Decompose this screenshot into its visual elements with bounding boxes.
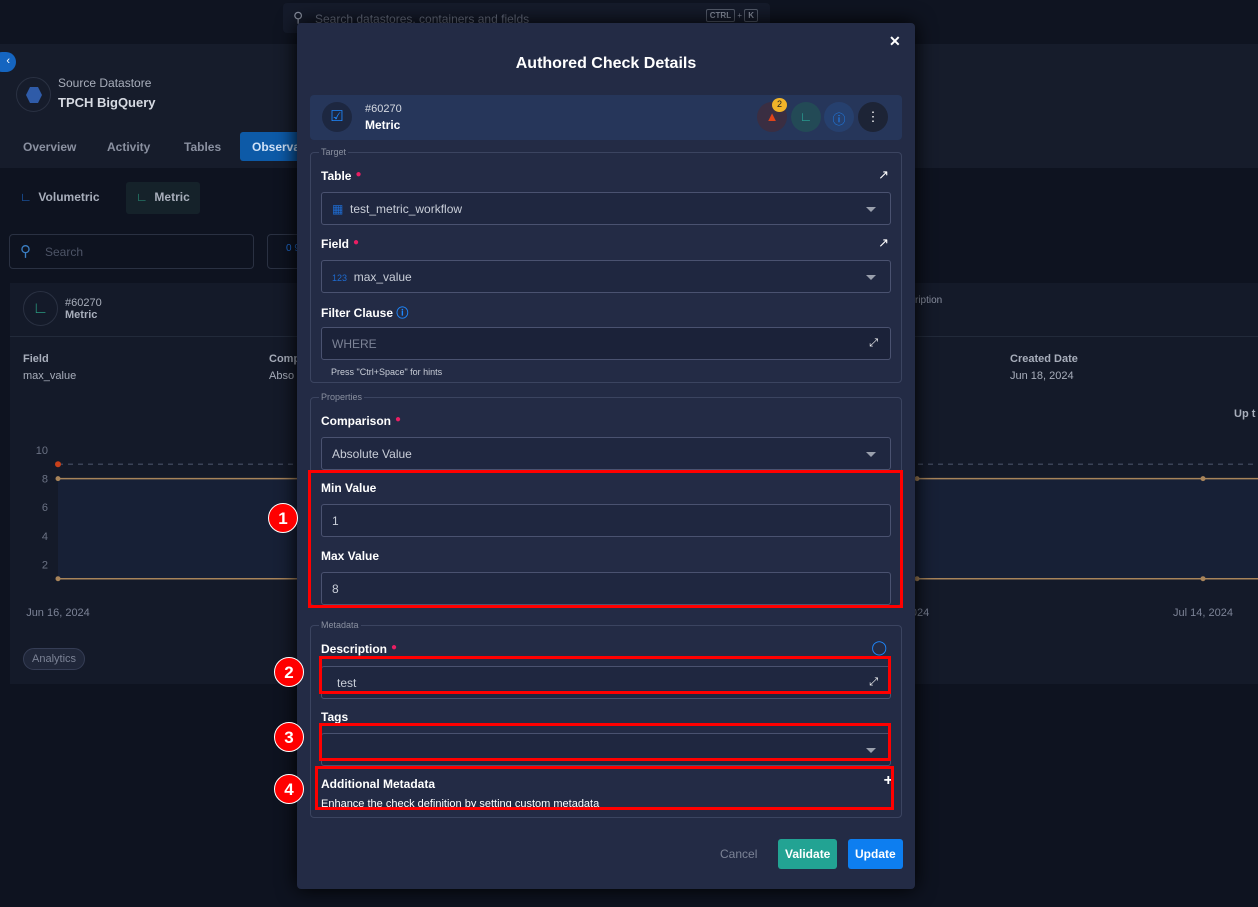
volumetric-icon: ∟ [20, 190, 32, 204]
comparison-select[interactable]: Absolute Value [321, 437, 891, 470]
data-point [914, 576, 920, 582]
created-date-value: Jun 18, 2024 [1010, 370, 1074, 382]
anomaly-point [55, 461, 61, 468]
description-label: ription [915, 295, 943, 306]
anomaly-warning-icon[interactable]: ▲ 2 [757, 98, 787, 132]
field-select[interactable]: 123 max_value [321, 260, 891, 293]
created-date-label: Created Date [1010, 353, 1078, 365]
expand-icon[interactable]: ⤢ [869, 337, 878, 350]
annotation-number-2: 2 [274, 657, 304, 687]
anomaly-count-badge: 2 [772, 98, 787, 112]
y-tick-label: 8 [42, 474, 48, 486]
info-icon[interactable]: ⓘ [396, 306, 408, 320]
update-button[interactable]: Update [848, 839, 903, 869]
table-icon: ▦ [332, 202, 344, 216]
filter-clause-input[interactable]: WHERE ⤢ [321, 327, 891, 360]
check-icon: ☑ [322, 102, 352, 132]
line-chart-icon[interactable]: ∟ [791, 102, 821, 132]
data-point [55, 576, 61, 582]
x-tick-label: Jul 14, 2024 [1173, 607, 1233, 619]
subtab-volumetric[interactable]: ∟ Volumetric [10, 182, 110, 214]
chevron-down-icon [866, 275, 876, 280]
tab-observability[interactable]: Observability [240, 132, 300, 161]
numeric-type-icon: 123 [332, 273, 348, 283]
data-point [914, 476, 920, 482]
subtab-metric[interactable]: ∟ Metric [126, 182, 200, 214]
lightbulb-icon[interactable]: ◯ [871, 639, 887, 656]
cancel-button[interactable]: Cancel [713, 839, 764, 869]
bigquery-logo-icon [16, 77, 51, 112]
annotation-box-2 [319, 656, 891, 694]
data-point [1200, 476, 1206, 482]
annotation-number-3: 3 [274, 722, 304, 752]
y-tick-label: 2 [42, 559, 48, 571]
x-tick-label: Jun 16, 2024 [26, 607, 90, 619]
comparison-value: Abso [269, 370, 295, 382]
y-tick-label: 4 [42, 531, 48, 543]
data-point [55, 476, 61, 482]
annotation-number-1: 1 [268, 503, 298, 533]
annotation-box-3 [319, 723, 891, 761]
validate-button[interactable]: Validate [778, 839, 838, 869]
check-type: Metric [365, 118, 401, 132]
close-icon[interactable]: ✕ [889, 33, 901, 50]
y-tick-label: 10 [36, 445, 48, 457]
annotation-box-1 [308, 470, 903, 608]
tags-label: Tags [321, 710, 349, 724]
target-section: Target Table ● ↗ ▦ test_metric_workflow F… [310, 147, 902, 383]
filter-hint: Press "Ctrl+Space" for hints [331, 367, 443, 377]
line-chart-icon: ∟ [136, 190, 148, 204]
card-type: Metric [65, 309, 98, 321]
y-tick-label: 6 [42, 502, 48, 514]
field-value: max_value [23, 370, 77, 382]
chevron-down-icon [866, 207, 876, 212]
tab-activity[interactable]: Activity [107, 132, 150, 161]
check-search-input[interactable]: ⚲ Search [9, 234, 254, 269]
description-label: Description [321, 642, 388, 656]
check-summary: ☑ #60270 Metric ▲ 2 ∟ ⓘ ⋮ [310, 95, 902, 140]
field-label: Field [321, 237, 350, 251]
table-select[interactable]: ▦ test_metric_workflow [321, 192, 891, 225]
tab-overview[interactable]: Overview [23, 132, 76, 161]
comparison-label: Comparison [321, 414, 392, 428]
more-options-icon[interactable]: ⋮ [858, 102, 888, 132]
chart-status: Up t [1234, 408, 1256, 420]
table-label: Table [321, 169, 352, 183]
datastore-name: TPCH BigQuery [58, 95, 156, 110]
datastore-type: Source Datastore [58, 76, 152, 90]
chevron-down-icon [866, 452, 876, 457]
search-icon: ⚲ [20, 243, 31, 260]
shortcut-hint: CTRL + K [705, 9, 758, 22]
tag-analytics[interactable]: Analytics [23, 648, 86, 670]
metric-icon: ∟ [23, 291, 58, 326]
filter-clause-label: Filter Clause [321, 306, 394, 320]
annotation-box-4 [315, 766, 894, 810]
modal-title: Authored Check Details [515, 55, 697, 72]
field-label: Field [23, 353, 49, 365]
tab-tables[interactable]: Tables [184, 132, 221, 161]
comparison-label: Comp [269, 353, 301, 365]
open-field-icon[interactable]: ↗ [878, 235, 889, 251]
card-id: #60270 [65, 297, 102, 309]
info-icon[interactable]: ⓘ [824, 102, 854, 132]
open-table-icon[interactable]: ↗ [878, 167, 889, 183]
check-id: #60270 [365, 103, 402, 115]
annotation-number-4: 4 [274, 774, 304, 804]
data-point [1200, 576, 1206, 582]
